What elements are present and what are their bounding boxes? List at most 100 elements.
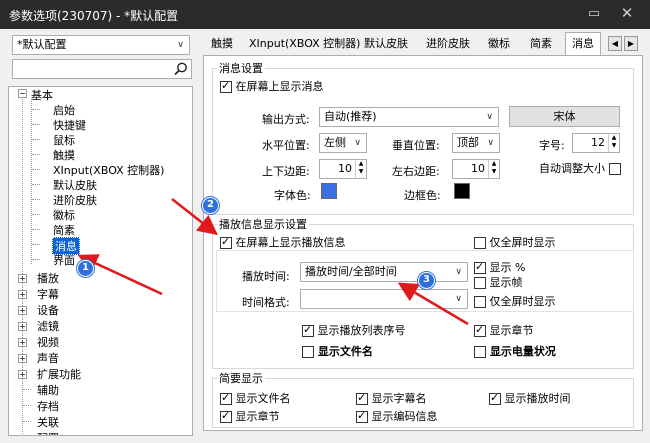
tree-item-hotkeys[interactable]: 快捷键 [53, 117, 86, 133]
tree-item-simple[interactable]: 简素 [53, 222, 75, 238]
hpos-select[interactable]: 左侧 ∨ [319, 133, 367, 153]
checkbox-label: 仅全屏时显示 [489, 236, 556, 249]
play-time-value: 播放时间/全部时间 [305, 265, 397, 278]
fullscreen-only-checkbox[interactable]: 仅全屏时显示 [474, 234, 556, 250]
tree-item-archive[interactable]: 存档 [37, 398, 59, 414]
tree-item-logo[interactable]: 徽标 [53, 207, 75, 223]
spin-arrows-icon[interactable]: ▲ ▼ [488, 160, 499, 178]
tab-touch[interactable]: 触摸 [205, 33, 239, 55]
time-format-select[interactable]: ∨ [300, 289, 468, 309]
hpos-value: 左侧 [324, 136, 346, 149]
play-time-select[interactable]: 播放时间/全部时间 ∨ [300, 262, 468, 282]
tree-item-extensions[interactable]: 扩展功能 [37, 366, 81, 382]
tree-item-associations[interactable]: 关联 [37, 414, 59, 430]
tb-margin-input[interactable]: 10 ▲ ▼ [319, 159, 367, 179]
checkbox-label: 显示 % [489, 261, 526, 274]
expand-icon[interactable]: + [18, 338, 27, 347]
expand-icon[interactable]: + [18, 322, 27, 331]
summary-playtime-checkbox[interactable]: 显示播放时间 [489, 390, 571, 406]
group-title: 消息设置 [217, 60, 265, 76]
tree-item-audio[interactable]: 声音 [37, 350, 59, 366]
font-button[interactable]: 宋体 [509, 106, 620, 127]
chevron-down-icon: ∨ [486, 112, 493, 122]
expand-icon[interactable]: + [18, 370, 27, 379]
tree-item-devices[interactable]: 设备 [37, 302, 59, 318]
tree-item-video[interactable]: 视频 [37, 334, 59, 350]
tb-margin-label: 上下边距: [262, 165, 310, 178]
spin-arrows-icon[interactable]: ▲ ▼ [355, 160, 366, 178]
border-color-swatch[interactable] [454, 183, 470, 199]
checkbox-icon [220, 235, 232, 249]
tree-item-default-skin[interactable]: 默认皮肤 [53, 177, 97, 193]
checkbox-label: 显示电量状况 [489, 345, 556, 358]
checkbox-icon [302, 323, 314, 337]
fullscreen-only-checkbox-2[interactable]: 仅全屏时显示 [474, 293, 556, 309]
expand-icon[interactable]: + [18, 274, 27, 283]
checkbox-label: 显示编码信息 [371, 410, 438, 423]
summary-chapter-checkbox[interactable]: 显示章节 [220, 408, 280, 424]
show-percent-checkbox[interactable]: 显示 % [474, 259, 525, 275]
show-battery-checkbox[interactable]: 显示电量状况 [474, 343, 556, 359]
show-messages-checkbox[interactable]: 在屏幕上显示消息 [220, 78, 324, 94]
show-frames-checkbox[interactable]: 显示帧 [474, 274, 523, 290]
vpos-select[interactable]: 顶部 ∨ [452, 133, 500, 153]
tree-item-mouse[interactable]: 鼠标 [53, 132, 75, 148]
show-playback-info-checkbox[interactable]: 在屏幕上显示播放信息 [220, 234, 346, 250]
tab-messages[interactable]: 消息 [565, 32, 601, 55]
minimize-icon[interactable]: ▭ [586, 6, 602, 21]
tree-item-start[interactable]: 启始 [53, 102, 75, 118]
tree-item-playback[interactable]: 播放 [37, 270, 59, 286]
tree-item-xinput[interactable]: XInput(XBOX 控制器) [53, 162, 164, 178]
font-color-swatch[interactable] [321, 183, 337, 199]
chevron-down-icon: ∨ [354, 138, 361, 148]
tree-item-subtitles[interactable]: 字幕 [37, 286, 59, 302]
summary-codec-checkbox[interactable]: 显示编码信息 [356, 408, 438, 424]
title-bar: 参数选项(230707) - *默认配置 ▭ ✕ [0, 0, 650, 29]
checkbox-label: 显示字幕名 [371, 392, 427, 405]
border-color-label: 边框色: [404, 189, 441, 202]
tree-search-input[interactable] [12, 59, 192, 79]
tree-item-config[interactable]: 配置 [37, 430, 59, 435]
profile-select[interactable]: *默认配置 ∨ [12, 35, 190, 55]
expand-icon[interactable]: + [18, 354, 27, 363]
messages-panel: 消息设置 在屏幕上显示消息 输出方式: 自动(推荐) ∨ 宋体 水平位置: 左侧 ∨… [203, 55, 643, 431]
tab-default-skin[interactable]: 默认皮肤 [358, 33, 414, 55]
collapse-icon[interactable]: − [18, 89, 27, 98]
fontsize-input[interactable]: 12 ▲ ▼ [572, 133, 620, 153]
tab-scroll-right-icon[interactable]: ▶ [624, 36, 638, 51]
tab-simple[interactable]: 简素 [524, 33, 558, 55]
checkbox-label: 自动调整大小 [539, 162, 605, 175]
auto-resize-checkbox[interactable]: 自动调整大小 [539, 160, 621, 176]
checkbox-label: 显示章节 [235, 410, 280, 423]
expand-icon[interactable]: + [18, 290, 27, 299]
show-chapter-checkbox[interactable]: 显示章节 [474, 322, 534, 338]
expand-icon[interactable]: + [18, 306, 27, 315]
tree-item-touch[interactable]: 触摸 [53, 147, 75, 163]
output-mode-select[interactable]: 自动(推荐) ∨ [319, 107, 499, 127]
tab-advanced-skin[interactable]: 进阶皮肤 [420, 33, 476, 55]
tree-item-filters[interactable]: 滤镜 [37, 318, 59, 334]
close-icon[interactable]: ✕ [618, 4, 636, 22]
annotation-marker-3: 3 [418, 272, 435, 289]
tree-item-interface[interactable]: 界面 [53, 252, 75, 268]
summary-subtitle-checkbox[interactable]: 显示字幕名 [356, 390, 427, 406]
checkbox-icon [356, 391, 368, 405]
tree-item-advanced-skin[interactable]: 进阶皮肤 [53, 192, 97, 208]
chevron-down-icon: ∨ [455, 267, 462, 277]
tab-scroll-left-icon[interactable]: ◀ [608, 36, 622, 51]
show-filename-checkbox[interactable]: 显示文件名 [302, 343, 373, 359]
tree-item-assist[interactable]: 辅助 [37, 382, 59, 398]
chevron-down-icon: ∨ [487, 138, 494, 148]
checkbox-label: 显示章节 [489, 324, 534, 337]
settings-tree[interactable]: − 基本 启始 快捷键 鼠标 触摸 XInput(XBOX 控制器) 默认皮肤 … [8, 86, 193, 436]
search-icon[interactable] [173, 61, 189, 77]
tab-logo[interactable]: 徽标 [482, 33, 516, 55]
tree-item-basic[interactable]: 基本 [31, 87, 53, 103]
tab-xinput[interactable]: XInput(XBOX 控制器) [243, 33, 366, 55]
output-mode-value: 自动(推荐) [324, 110, 377, 123]
spin-arrows-icon[interactable]: ▲ ▼ [608, 134, 619, 152]
lr-margin-input[interactable]: 10 ▲ ▼ [452, 159, 500, 179]
show-playlist-no-checkbox[interactable]: 显示播放列表序号 [302, 322, 406, 338]
summary-filename-checkbox[interactable]: 显示文件名 [220, 390, 291, 406]
checkbox-label: 在屏幕上显示消息 [235, 80, 324, 93]
